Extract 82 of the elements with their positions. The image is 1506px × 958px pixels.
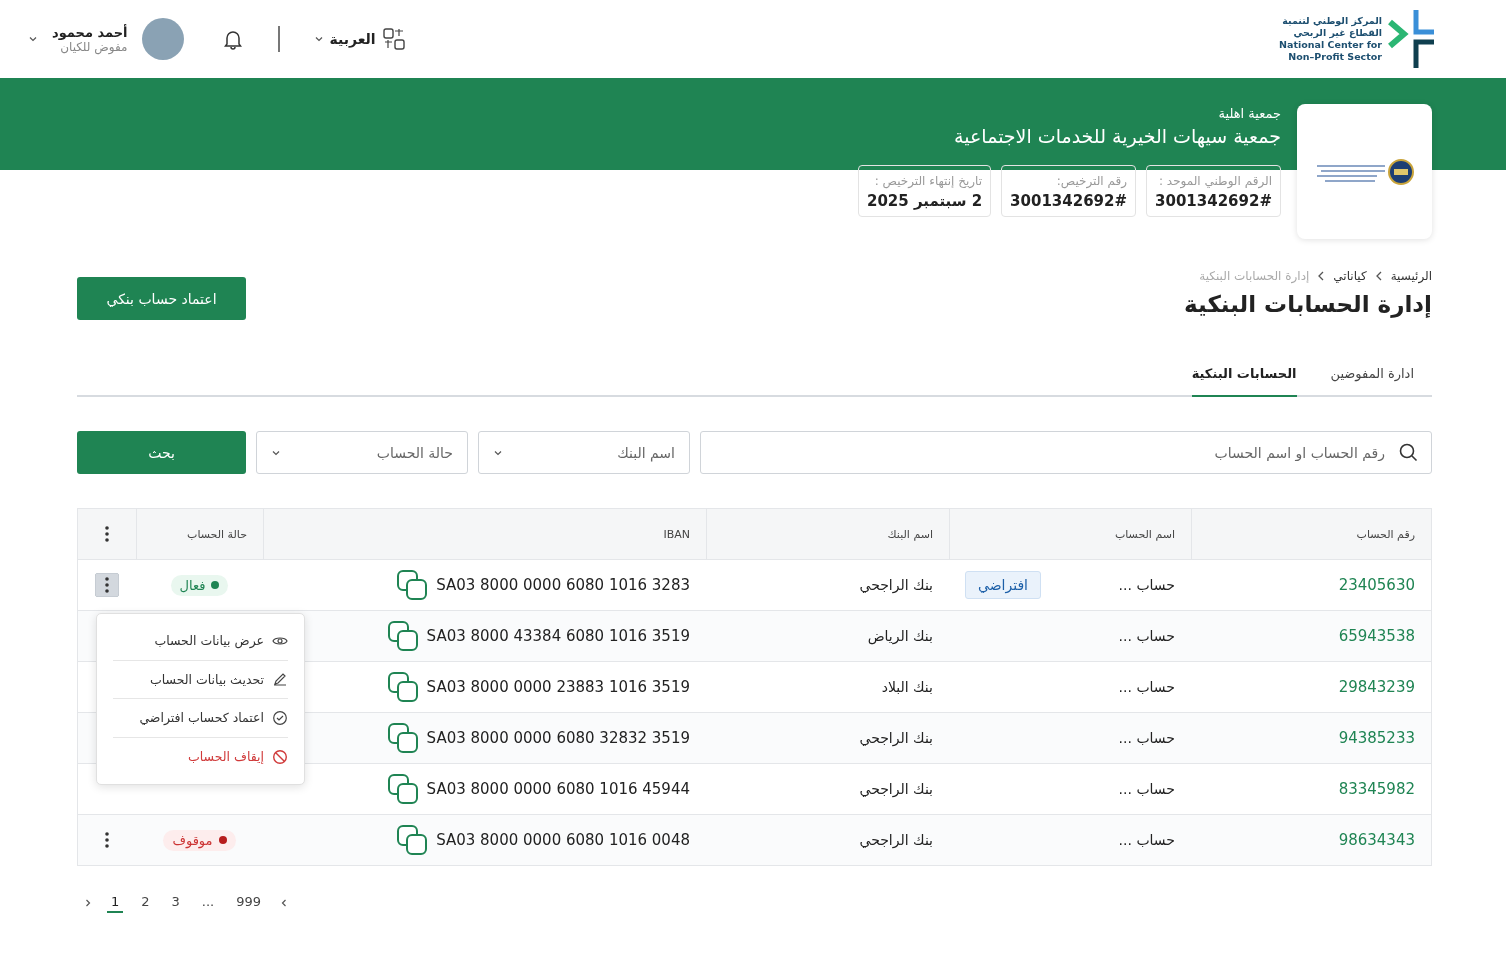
iban: SA03 8000 0000 23883 1016 3519: [426, 678, 690, 696]
chevron-left-icon: [1374, 271, 1383, 281]
account-name: حساب ...: [1118, 577, 1175, 593]
info-label: رقم الترخيص:: [1055, 174, 1128, 188]
center-logo-icon: [1388, 8, 1436, 70]
bank-name: بنك الراجحي: [859, 832, 933, 848]
page-link[interactable]: 2: [137, 892, 154, 913]
info-value: 3001342692#: [1010, 192, 1128, 210]
bank-name: بنك الراجحي: [859, 730, 933, 746]
iban: SA03 8000 0000 6080 1016 0048: [436, 831, 690, 849]
bank-name: بنك الراجحي: [859, 781, 933, 797]
info-value: 2 سبتمبر 2025: [866, 192, 983, 210]
iban: SA03 8000 0000 6080 1016 45944: [426, 780, 690, 798]
bank-name: بنك البلاد: [881, 679, 933, 695]
breadcrumb-link[interactable]: الرئيسية: [1390, 269, 1432, 283]
search-icon: [1398, 442, 1418, 462]
approve-account-button[interactable]: اعتماد حساب بنكي: [77, 277, 246, 320]
column-header: اسم الحساب: [949, 509, 1191, 559]
search-field[interactable]: رقم الحساب او اسم الحساب: [700, 431, 1432, 474]
user-name: أحمد محمود: [52, 24, 128, 40]
account-name: حساب ...: [1118, 679, 1175, 695]
page-link[interactable]: 1: [107, 892, 124, 913]
account-number-link[interactable]: 65943538: [1338, 627, 1415, 645]
tab[interactable]: ادارة المفوضين: [1330, 366, 1414, 397]
copy-icon[interactable]: [386, 722, 419, 754]
info-label: تاريخ إنتهاء الترخيص :: [873, 174, 983, 188]
previous-page-icon[interactable]: [83, 897, 93, 908]
chevron-down-icon: [313, 34, 324, 44]
column-header: حالة الحساب: [136, 509, 263, 559]
status-badge: فعال: [170, 574, 229, 596]
default-badge: افتراضي: [965, 571, 1041, 599]
bank-name: بنك الراجحي: [859, 577, 933, 593]
copy-icon[interactable]: [396, 569, 429, 601]
menu-item[interactable]: عرض بيانات الحساب: [113, 622, 288, 661]
account-number-link[interactable]: 98634343: [1338, 831, 1415, 849]
breadcrumb-link[interactable]: كياناتي: [1333, 269, 1367, 283]
bank-dropdown[interactable]: اسم البنك: [478, 431, 690, 474]
copy-icon[interactable]: [386, 671, 419, 703]
language-selector[interactable]: العربية: [313, 27, 406, 51]
search-button[interactable]: بحث: [77, 431, 246, 474]
account-name: حساب ...: [1118, 730, 1175, 746]
column-header: رقم الحساب: [1191, 509, 1431, 559]
account-number-link[interactable]: 83345982: [1338, 780, 1415, 798]
pencil-icon: [272, 671, 288, 688]
account-number-link[interactable]: 23405630: [1338, 576, 1415, 594]
copy-icon[interactable]: [386, 773, 419, 805]
bank-name: بنك الرياض: [867, 628, 933, 644]
translate-icon: [381, 27, 406, 51]
tab[interactable]: الحسابات البنكية: [1191, 366, 1297, 397]
organization-type: جمعية اهلية: [1217, 106, 1281, 121]
column-header: اسم البنك: [706, 509, 949, 559]
user-role: مفوض للكيان: [60, 39, 128, 54]
page-link[interactable]: 3: [167, 892, 184, 913]
page-link[interactable]: 999: [232, 892, 266, 913]
status-dropdown[interactable]: حالة الحساب: [256, 431, 468, 474]
check-badge-icon: [272, 709, 288, 726]
status-badge: موقوف: [163, 829, 236, 851]
avatar[interactable]: [141, 18, 184, 60]
menu-item[interactable]: اعتماد كحساب افتراضي: [113, 699, 288, 738]
column-header: IBAN: [263, 509, 706, 559]
menu-item[interactable]: إيقاف الحساب: [113, 737, 288, 776]
account-name: حساب ...: [1118, 628, 1175, 644]
ban-icon: [272, 748, 288, 765]
info-value: 3001342692#: [1155, 192, 1272, 210]
copy-icon[interactable]: [386, 620, 419, 652]
organization-name: جمعية سيهات الخيرية للخدمات الاجتماعية: [953, 125, 1281, 147]
page-link[interactable]: ...: [197, 892, 219, 913]
account-name: حساب ...: [1118, 781, 1175, 797]
bell-icon[interactable]: [221, 28, 244, 50]
more-options-icon[interactable]: [95, 573, 119, 597]
copy-icon[interactable]: [396, 824, 429, 856]
info-label: الرقم الوطني الموحد :: [1157, 174, 1272, 188]
chevron-left-icon: [1317, 271, 1326, 281]
iban: SA03 8000 0000 6080 1016 3283: [436, 576, 690, 594]
iban: SA03 8000 43384 6080 1016 3519: [426, 627, 690, 645]
menu-item[interactable]: تحديث بيانات الحساب: [113, 660, 288, 699]
account-name: حساب ...: [1118, 832, 1175, 848]
account-number-link[interactable]: 94385233: [1338, 729, 1415, 747]
iban: SA03 8000 0000 6080 32832 3519: [426, 729, 690, 747]
account-number-link[interactable]: 29843239: [1338, 678, 1415, 696]
page-title: إدارة الحسابات البنكية: [1184, 291, 1432, 317]
user-menu-chevron-icon: [28, 34, 38, 44]
